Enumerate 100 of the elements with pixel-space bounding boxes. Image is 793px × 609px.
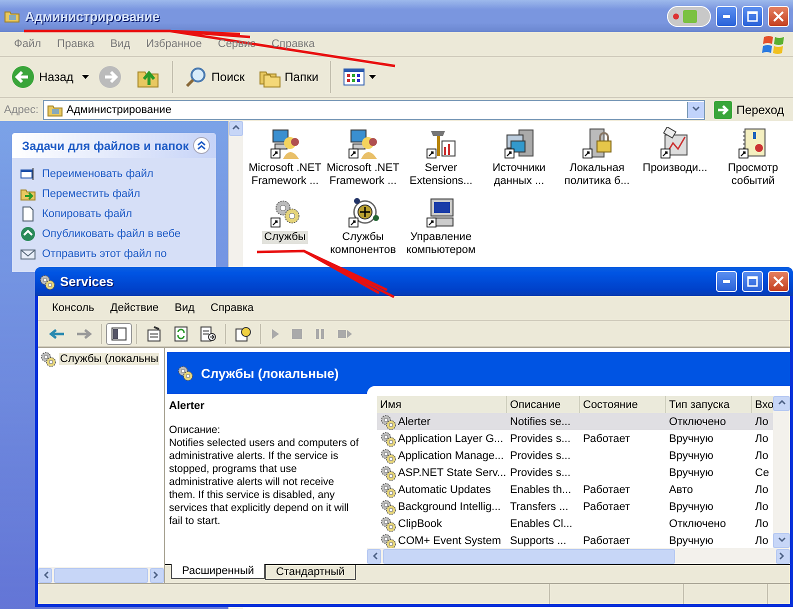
table-cell-text: Ло — [754, 448, 770, 464]
menu-item[interactable]: Вид — [102, 38, 138, 50]
table-cell: ClipBook — [377, 515, 507, 532]
collapse-button[interactable] — [193, 137, 210, 154]
graphics-tray-icon — [667, 6, 711, 26]
folders-button[interactable]: Папки — [254, 63, 324, 91]
gears-icon — [39, 274, 55, 290]
scroll-right-button[interactable] — [150, 568, 164, 582]
menu-item[interactable]: Действие — [102, 302, 167, 314]
address-field[interactable]: Администрирование — [42, 100, 706, 120]
scroll-up-button[interactable] — [229, 121, 243, 136]
shortcut-item[interactable]: Службы — [249, 196, 321, 257]
caret-icon — [82, 75, 90, 79]
play-icon — [270, 328, 280, 340]
maximize-button[interactable] — [742, 271, 763, 292]
scroll-up-button[interactable] — [773, 396, 790, 411]
item-label: Службы — [262, 231, 308, 244]
scroll-right-button[interactable] — [776, 548, 790, 564]
stop-icon — [291, 328, 303, 340]
item-label: Microsoft .NET Framework ... — [326, 162, 400, 188]
gears-icon — [380, 464, 396, 480]
item-label: Локальная политика б... — [563, 162, 631, 188]
shortcut-item[interactable]: Управление компьютером — [405, 196, 477, 257]
table-cell: Automatic Updates — [377, 481, 507, 498]
table-cell-text: Enables th... — [509, 482, 572, 498]
shortcut-item[interactable]: Службы компонентов — [327, 196, 399, 257]
gears-icon — [177, 365, 193, 381]
scroll-left-button[interactable] — [38, 568, 52, 582]
task-link[interactable]: Копировать файл — [20, 206, 208, 222]
task-link[interactable]: Переименовать файл — [20, 166, 208, 182]
table-cell-text: Вручную — [668, 448, 714, 464]
service-description: Описание: Notifies selected users and computers of administrative alerts. If the service is stopped, programs that use administrative alerts will not receive them. If this service is disabled, any services that explicitly depend on it will fail to start. — [169, 424, 360, 528]
close-button[interactable] — [768, 271, 789, 292]
window-title: Services — [60, 274, 114, 289]
scrollbar-thumb[interactable] — [54, 568, 148, 582]
menu-item[interactable]: Справка — [202, 302, 262, 314]
server-shortcut-icon — [503, 127, 535, 159]
scrollbar-thumb[interactable] — [383, 548, 675, 564]
shortcut-item[interactable]: Microsoft .NET Framework ... — [327, 127, 399, 188]
maximize-icon — [747, 10, 758, 22]
chevron-up-icon — [778, 400, 786, 408]
properties-icon — [146, 326, 162, 342]
minimize-icon — [723, 280, 730, 283]
help-icon — [235, 326, 251, 342]
table-cell-text: Supports ... — [509, 534, 568, 548]
pause-icon — [314, 328, 326, 340]
view-tab[interactable]: Расширенный — [171, 564, 265, 579]
shortcut-item[interactable]: Производи... — [639, 127, 711, 188]
minimize-button[interactable] — [716, 271, 737, 292]
table-cell: Notifies se... — [507, 413, 580, 430]
close-button[interactable] — [768, 6, 789, 26]
task-link[interactable]: Переместить файл — [20, 186, 208, 202]
gears-icon — [380, 430, 396, 446]
caret-icon — [369, 75, 376, 79]
maximize-button[interactable] — [742, 6, 763, 26]
document-icon — [20, 206, 36, 222]
show-tree-button[interactable] — [106, 322, 132, 344]
shortcut-item[interactable]: Microsoft .NET Framework ... — [249, 127, 321, 188]
gears-icon — [380, 498, 396, 514]
chevron-right-icon — [153, 571, 161, 579]
menu-item[interactable]: Избранное — [138, 38, 210, 50]
double-chevron-up-icon — [197, 141, 206, 150]
table-cell-text: Вручную — [668, 534, 714, 548]
dropdown-button[interactable] — [687, 102, 704, 118]
shortcut-item[interactable]: Источники данных ... — [483, 127, 555, 188]
menu-item[interactable]: Справка — [264, 38, 323, 50]
forward-arrow-icon — [76, 328, 92, 340]
scroll-left-button[interactable] — [367, 548, 381, 564]
lock-shortcut-icon — [581, 127, 613, 159]
item-label: Server Extensions... — [408, 162, 474, 188]
globe-icon — [20, 226, 36, 242]
search-button[interactable]: Поиск — [180, 63, 250, 91]
view-tab[interactable]: Стандартный — [265, 565, 356, 580]
menu-item[interactable]: Вид — [166, 302, 203, 314]
panel-icon — [111, 326, 127, 342]
task-link[interactable]: Опубликовать файл в вебе — [20, 226, 208, 242]
scroll-down-button[interactable] — [773, 533, 790, 548]
minimize-icon — [723, 14, 730, 18]
pane-title: Службы (локальные) — [201, 366, 339, 380]
shortcut-item[interactable]: Просмотр событий — [717, 127, 789, 188]
view-grid-icon — [343, 67, 366, 87]
item-label: Источники данных ... — [491, 162, 547, 188]
table-cell-text: Работает — [582, 500, 632, 514]
item-label: Производи... — [642, 162, 708, 175]
shortcut-item[interactable]: Локальная политика б... — [561, 127, 633, 188]
table-cell-text: Ло — [754, 534, 770, 548]
menu-item[interactable]: Файл — [6, 38, 50, 50]
shortcut-item[interactable]: Server Extensions... — [405, 127, 477, 188]
gears-icon — [380, 414, 396, 430]
minimize-button[interactable] — [716, 6, 737, 26]
task-link[interactable]: Отправить этот файл по — [20, 246, 208, 262]
menu-item[interactable]: Консоль — [44, 302, 102, 314]
item-label: Управление компьютером — [405, 231, 477, 257]
back-button[interactable]: Назад — [6, 62, 78, 92]
chevron-up-icon — [232, 124, 240, 132]
item-label: Службы компонентов — [329, 231, 397, 257]
table-cell: COM+ Event System — [377, 532, 507, 548]
menu-item[interactable]: Правка — [49, 38, 102, 50]
close-icon — [773, 10, 784, 22]
table-cell: Background Intellig... — [377, 498, 507, 515]
